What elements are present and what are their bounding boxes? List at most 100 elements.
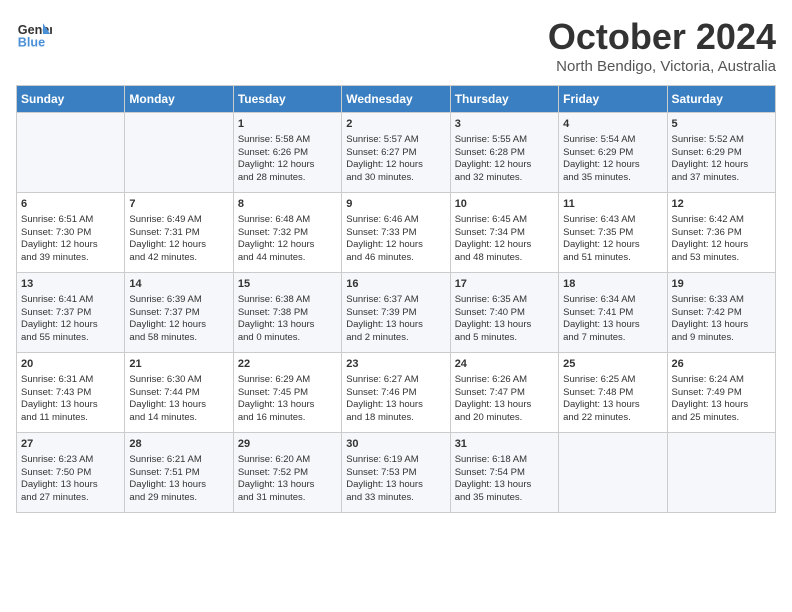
calendar-week-row: 6 Sunrise: 6:51 AM Sunset: 7:30 PM Daylig… <box>17 193 776 273</box>
page-header: General Blue October 2024 North Bendigo,… <box>16 16 776 75</box>
calendar-day-cell: 21Sunrise: 6:30 AM Sunset: 7:44 PM Dayli… <box>125 353 233 433</box>
day-number: 7 <box>129 197 228 212</box>
day-info: Sunrise: 6:34 AM Sunset: 7:41 PM Dayligh… <box>563 294 662 345</box>
day-info: Sunrise: 6:31 AM Sunset: 7:43 PM Dayligh… <box>21 374 120 425</box>
day-number: 14 <box>129 277 228 292</box>
day-info: Sunrise: 6:43 AM Sunset: 7:35 PM Dayligh… <box>563 214 662 265</box>
calendar-week-row: 1 Sunrise: 5:58 AM Sunset: 6:26 PM Daylig… <box>17 113 776 193</box>
day-info: Sunrise: 6:46 AM Sunset: 7:33 PM Dayligh… <box>346 214 445 265</box>
day-info: Sunrise: 6:51 AM Sunset: 7:30 PM Dayligh… <box>21 214 120 265</box>
day-number: 19 <box>672 277 771 292</box>
day-info: Sunrise: 5:52 AM Sunset: 6:29 PM Dayligh… <box>672 134 771 185</box>
day-number: 18 <box>563 277 662 292</box>
calendar-day-cell: 13Sunrise: 6:41 AM Sunset: 7:37 PM Dayli… <box>17 273 125 353</box>
day-number: 12 <box>672 197 771 212</box>
weekday-header-cell: Saturday <box>667 86 775 113</box>
calendar-day-cell: 11 Sunrise: 6:43 AM Sunset: 7:35 PM Dayli… <box>559 193 667 273</box>
day-info: Sunrise: 6:48 AM Sunset: 7:32 PM Dayligh… <box>238 214 337 265</box>
calendar-day-cell: 7 Sunrise: 6:49 AM Sunset: 7:31 PM Daylig… <box>125 193 233 273</box>
calendar-day-cell: 24Sunrise: 6:26 AM Sunset: 7:47 PM Dayli… <box>450 353 558 433</box>
calendar-day-cell: 3 Sunrise: 5:55 AM Sunset: 6:28 PM Daylig… <box>450 113 558 193</box>
calendar-day-cell: 2 Sunrise: 5:57 AM Sunset: 6:27 PM Daylig… <box>342 113 450 193</box>
calendar-day-cell: 4Sunrise: 5:54 AM Sunset: 6:29 PM Daylig… <box>559 113 667 193</box>
day-info: Sunrise: 6:18 AM Sunset: 7:54 PM Dayligh… <box>455 454 554 505</box>
title-block: October 2024 North Bendigo, Victoria, Au… <box>548 16 776 75</box>
weekday-header-cell: Thursday <box>450 86 558 113</box>
day-number: 2 <box>346 117 445 132</box>
day-number: 8 <box>238 197 337 212</box>
day-info: Sunrise: 6:30 AM Sunset: 7:44 PM Dayligh… <box>129 374 228 425</box>
calendar-day-cell: 26 Sunrise: 6:24 AM Sunset: 7:49 PM Dayli… <box>667 353 775 433</box>
day-number: 23 <box>346 357 445 372</box>
logo: General Blue <box>16 16 52 52</box>
day-info: Sunrise: 5:55 AM Sunset: 6:28 PM Dayligh… <box>455 134 554 185</box>
day-number: 31 <box>455 437 554 452</box>
calendar-week-row: 27 Sunrise: 6:23 AM Sunset: 7:50 PM Dayli… <box>17 433 776 513</box>
calendar-day-cell: 30Sunrise: 6:19 AM Sunset: 7:53 PM Dayli… <box>342 433 450 513</box>
calendar-day-cell: 8 Sunrise: 6:48 AM Sunset: 7:32 PM Daylig… <box>233 193 341 273</box>
day-number: 1 <box>238 117 337 132</box>
day-info: Sunrise: 6:24 AM Sunset: 7:49 PM Dayligh… <box>672 374 771 425</box>
calendar-day-cell: 22Sunrise: 6:29 AM Sunset: 7:45 PM Dayli… <box>233 353 341 433</box>
day-number: 28 <box>129 437 228 452</box>
day-info: Sunrise: 6:39 AM Sunset: 7:37 PM Dayligh… <box>129 294 228 345</box>
weekday-header-cell: Monday <box>125 86 233 113</box>
calendar-day-cell: 18 Sunrise: 6:34 AM Sunset: 7:41 PM Dayli… <box>559 273 667 353</box>
day-number: 29 <box>238 437 337 452</box>
calendar-day-cell <box>667 433 775 513</box>
calendar-day-cell: 5 Sunrise: 5:52 AM Sunset: 6:29 PM Daylig… <box>667 113 775 193</box>
day-number: 5 <box>672 117 771 132</box>
day-info: Sunrise: 6:42 AM Sunset: 7:36 PM Dayligh… <box>672 214 771 265</box>
day-info: Sunrise: 5:58 AM Sunset: 6:26 PM Dayligh… <box>238 134 337 185</box>
calendar-day-cell: 31 Sunrise: 6:18 AM Sunset: 7:54 PM Dayli… <box>450 433 558 513</box>
day-info: Sunrise: 6:26 AM Sunset: 7:47 PM Dayligh… <box>455 374 554 425</box>
calendar-day-cell <box>17 113 125 193</box>
location-subtitle: North Bendigo, Victoria, Australia <box>548 58 776 75</box>
day-info: Sunrise: 6:27 AM Sunset: 7:46 PM Dayligh… <box>346 374 445 425</box>
day-number: 15 <box>238 277 337 292</box>
weekday-header-cell: Wednesday <box>342 86 450 113</box>
calendar-table: SundayMondayTuesdayWednesdayThursdayFrid… <box>16 85 776 513</box>
day-number: 17 <box>455 277 554 292</box>
day-number: 3 <box>455 117 554 132</box>
calendar-day-cell: 12 Sunrise: 6:42 AM Sunset: 7:36 PM Dayli… <box>667 193 775 273</box>
logo-icon: General Blue <box>16 16 52 52</box>
calendar-day-cell: 16 Sunrise: 6:37 AM Sunset: 7:39 PM Dayli… <box>342 273 450 353</box>
day-number: 20 <box>21 357 120 372</box>
day-info: Sunrise: 6:35 AM Sunset: 7:40 PM Dayligh… <box>455 294 554 345</box>
calendar-day-cell: 10Sunrise: 6:45 AM Sunset: 7:34 PM Dayli… <box>450 193 558 273</box>
calendar-body: 1 Sunrise: 5:58 AM Sunset: 6:26 PM Daylig… <box>17 113 776 513</box>
calendar-day-cell: 15Sunrise: 6:38 AM Sunset: 7:38 PM Dayli… <box>233 273 341 353</box>
calendar-day-cell <box>559 433 667 513</box>
day-info: Sunrise: 6:23 AM Sunset: 7:50 PM Dayligh… <box>21 454 120 505</box>
day-info: Sunrise: 6:41 AM Sunset: 7:37 PM Dayligh… <box>21 294 120 345</box>
day-info: Sunrise: 6:25 AM Sunset: 7:48 PM Dayligh… <box>563 374 662 425</box>
day-info: Sunrise: 5:57 AM Sunset: 6:27 PM Dayligh… <box>346 134 445 185</box>
day-info: Sunrise: 5:54 AM Sunset: 6:29 PM Dayligh… <box>563 134 662 185</box>
day-number: 6 <box>21 197 120 212</box>
day-info: Sunrise: 6:37 AM Sunset: 7:39 PM Dayligh… <box>346 294 445 345</box>
calendar-day-cell: 23 Sunrise: 6:27 AM Sunset: 7:46 PM Dayli… <box>342 353 450 433</box>
day-info: Sunrise: 6:20 AM Sunset: 7:52 PM Dayligh… <box>238 454 337 505</box>
weekday-header-row: SundayMondayTuesdayWednesdayThursdayFrid… <box>17 86 776 113</box>
day-number: 25 <box>563 357 662 372</box>
day-number: 26 <box>672 357 771 372</box>
svg-text:Blue: Blue <box>18 36 45 50</box>
day-number: 27 <box>21 437 120 452</box>
day-number: 16 <box>346 277 445 292</box>
day-info: Sunrise: 6:49 AM Sunset: 7:31 PM Dayligh… <box>129 214 228 265</box>
calendar-week-row: 13Sunrise: 6:41 AM Sunset: 7:37 PM Dayli… <box>17 273 776 353</box>
calendar-day-cell: 9Sunrise: 6:46 AM Sunset: 7:33 PM Daylig… <box>342 193 450 273</box>
calendar-day-cell: 27 Sunrise: 6:23 AM Sunset: 7:50 PM Dayli… <box>17 433 125 513</box>
day-info: Sunrise: 6:29 AM Sunset: 7:45 PM Dayligh… <box>238 374 337 425</box>
month-title: October 2024 <box>548 16 776 58</box>
calendar-day-cell: 28Sunrise: 6:21 AM Sunset: 7:51 PM Dayli… <box>125 433 233 513</box>
calendar-day-cell: 14 Sunrise: 6:39 AM Sunset: 7:37 PM Dayli… <box>125 273 233 353</box>
calendar-week-row: 20 Sunrise: 6:31 AM Sunset: 7:43 PM Dayli… <box>17 353 776 433</box>
calendar-day-cell: 20 Sunrise: 6:31 AM Sunset: 7:43 PM Dayli… <box>17 353 125 433</box>
calendar-day-cell: 19Sunrise: 6:33 AM Sunset: 7:42 PM Dayli… <box>667 273 775 353</box>
weekday-header-cell: Tuesday <box>233 86 341 113</box>
day-number: 10 <box>455 197 554 212</box>
weekday-header-cell: Sunday <box>17 86 125 113</box>
day-number: 11 <box>563 197 662 212</box>
